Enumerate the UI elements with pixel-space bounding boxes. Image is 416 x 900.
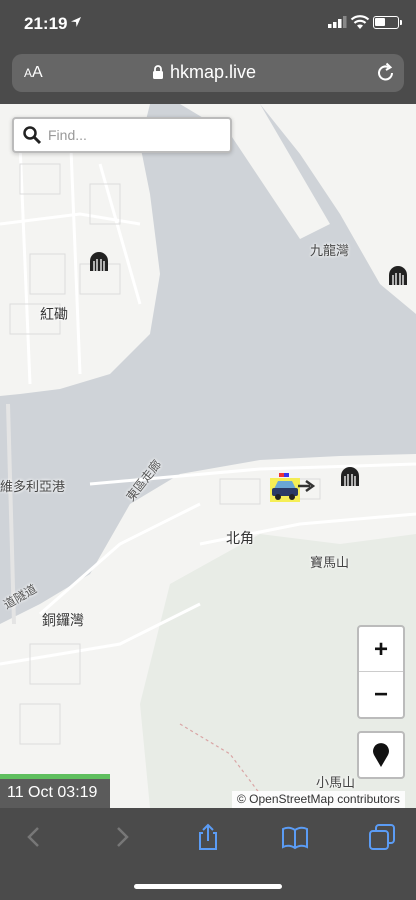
- map-label-north-point: 北角: [226, 530, 254, 546]
- cellular-signal-icon: [328, 16, 347, 28]
- map-label-hung-hom: 紅磡: [40, 306, 68, 322]
- search-input[interactable]: [48, 125, 226, 145]
- tunnel-icon[interactable]: [339, 466, 361, 488]
- map-label-causeway-bay: 銅鑼灣: [42, 612, 84, 628]
- map-label-kowloon-bay: 九龍灣: [310, 243, 350, 258]
- lock-icon: [153, 65, 163, 79]
- home-indicator: [134, 884, 282, 889]
- share-icon[interactable]: [193, 822, 223, 852]
- map-pin-icon: [373, 743, 389, 767]
- location-arrow-icon: [71, 17, 81, 27]
- map-tiles: [0, 104, 416, 808]
- zoom-control: + −: [357, 625, 405, 719]
- wifi-icon: [350, 15, 370, 29]
- map-view[interactable]: 九龍灣 紅磡 維多利亞港 東區走廊 北角 寶馬山 銅鑼灣 道隧道 小馬山 + −: [0, 104, 416, 808]
- browser-toolbar: [0, 808, 416, 900]
- map-label-braemar-hill: 寶馬山: [310, 555, 350, 570]
- reload-icon[interactable]: [376, 62, 396, 84]
- forward-icon[interactable]: [106, 822, 136, 852]
- bookmarks-icon[interactable]: [280, 822, 310, 852]
- search-box[interactable]: [12, 117, 232, 153]
- text-size-button[interactable]: AA: [24, 64, 43, 82]
- zoom-in-button[interactable]: +: [359, 627, 403, 672]
- timestamp-text: 11 Oct 03:19: [7, 784, 98, 801]
- locate-button[interactable]: [357, 731, 405, 779]
- search-icon: [23, 126, 42, 145]
- address-bar[interactable]: AA hkmap.live: [12, 54, 404, 92]
- police-car-icon[interactable]: [268, 472, 316, 504]
- browser-top-bar: 21:19 AA hkmap.live: [0, 0, 416, 104]
- map-label-mount-parker: 小馬山: [316, 775, 356, 790]
- tunnel-icon[interactable]: [387, 265, 409, 287]
- timestamp-progress-bar: [0, 774, 110, 779]
- tunnel-icon[interactable]: [88, 251, 110, 273]
- map-attribution[interactable]: © OpenStreetMap contributors: [232, 791, 405, 808]
- back-icon[interactable]: [20, 822, 50, 852]
- zoom-out-button[interactable]: −: [359, 672, 403, 717]
- map-label-victoria-harbour: 維多利亞港: [0, 479, 66, 494]
- tabs-icon[interactable]: [367, 822, 397, 852]
- url-text[interactable]: hkmap.live: [170, 62, 256, 83]
- battery-icon: [373, 16, 399, 29]
- timestamp-badge: 11 Oct 03:19: [0, 774, 110, 808]
- status-time: 21:19: [24, 14, 68, 33]
